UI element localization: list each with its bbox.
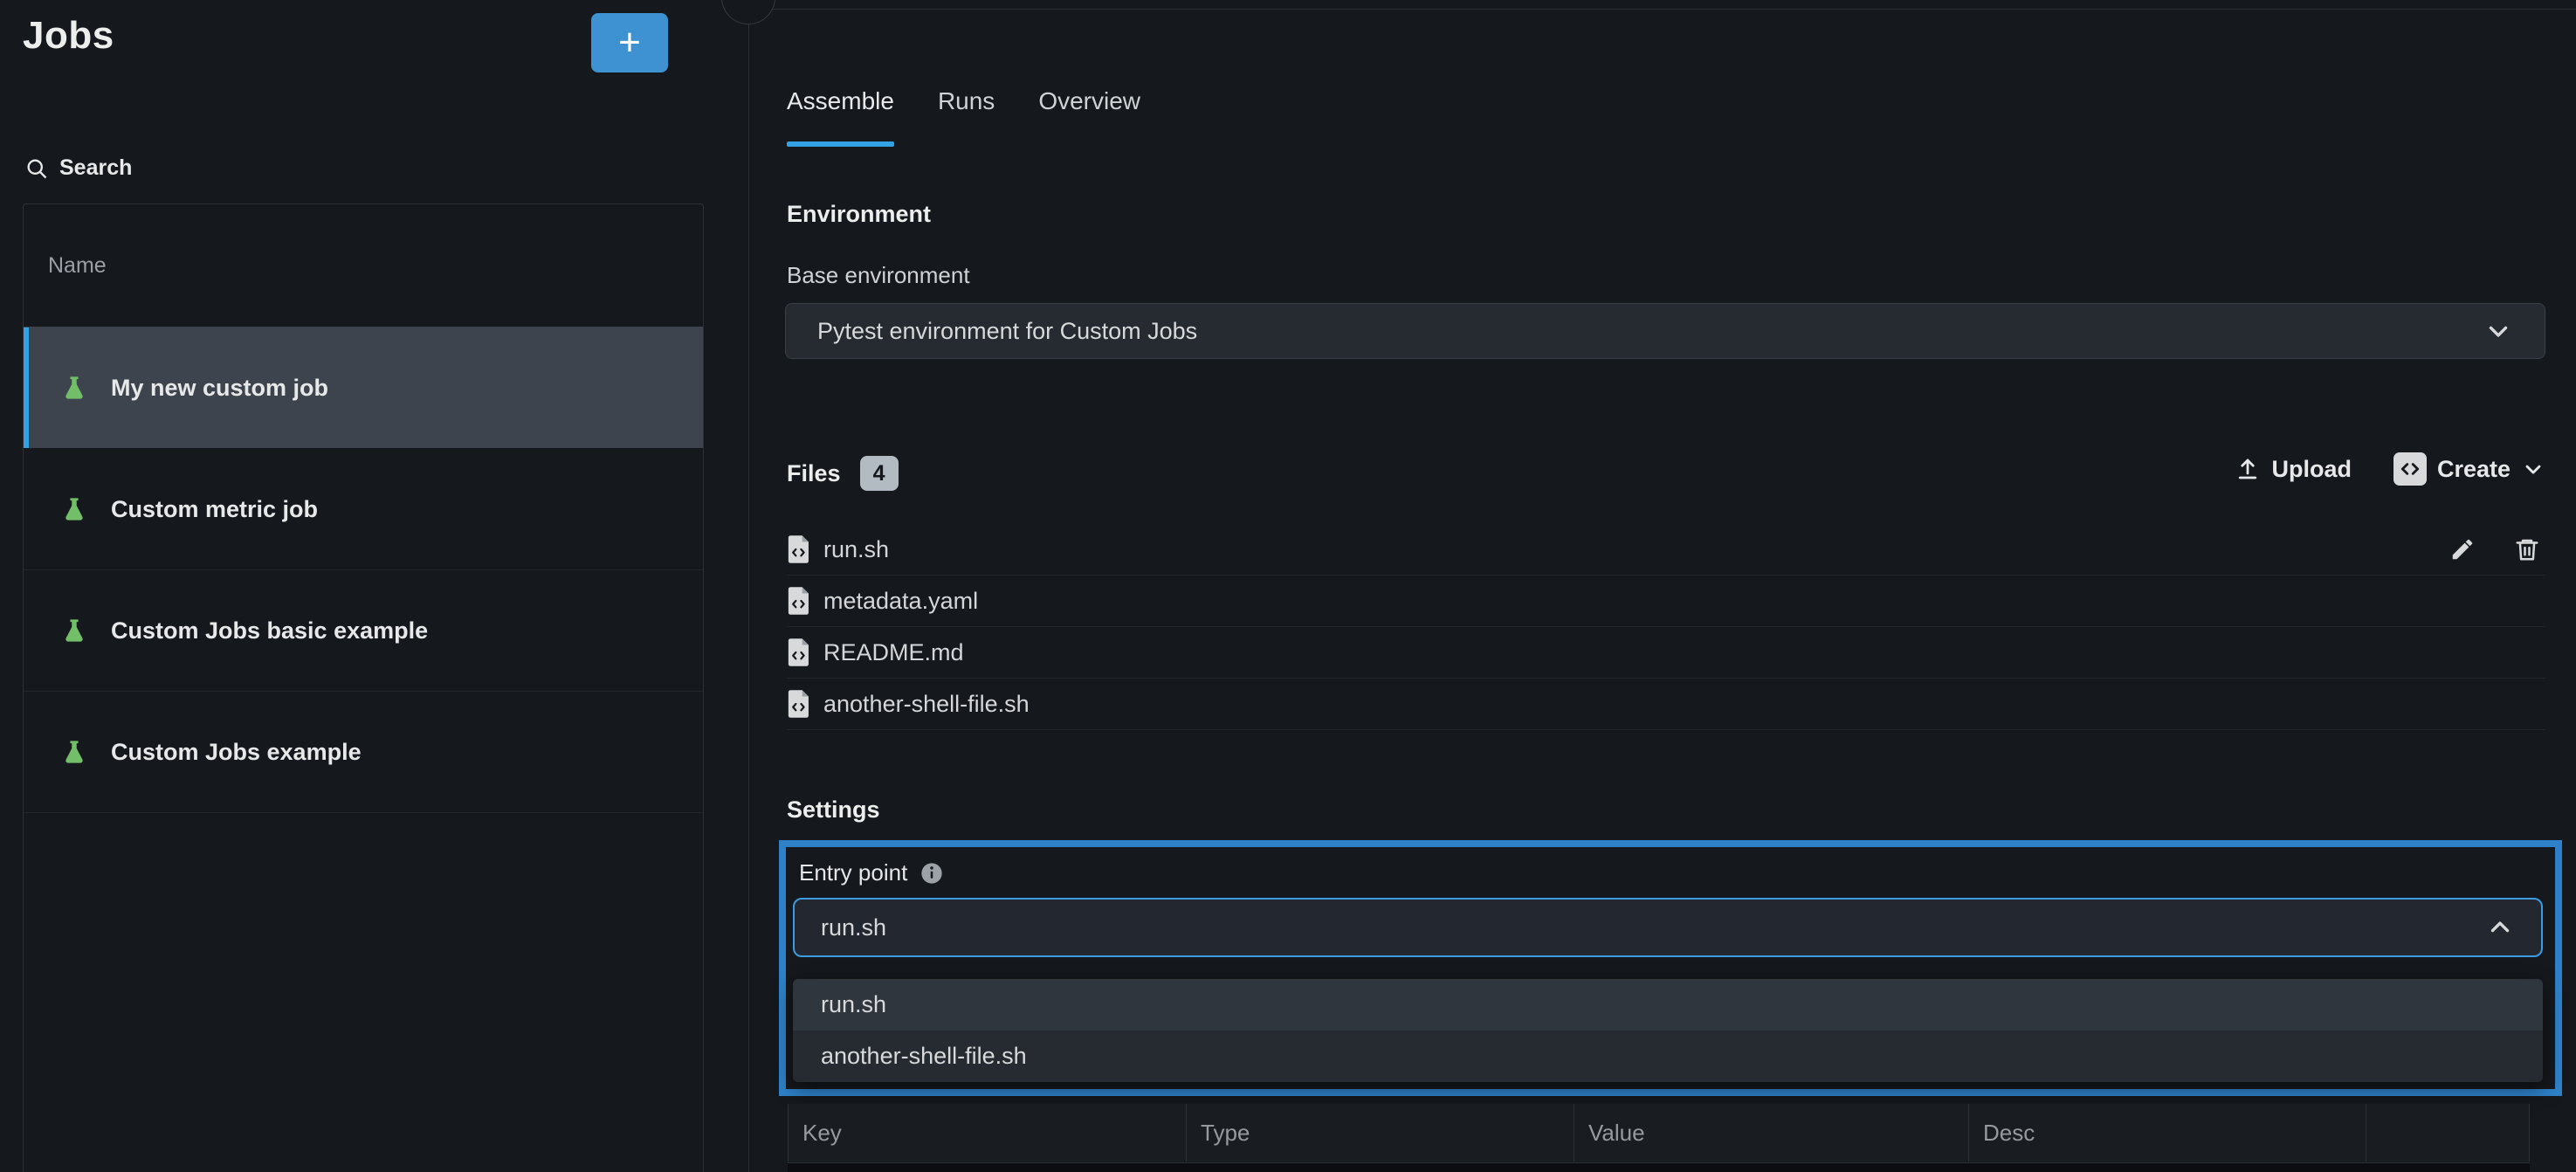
settings-heading: Settings	[787, 796, 880, 824]
active-tab-underline	[787, 141, 894, 147]
edit-file-button[interactable]	[2449, 536, 2476, 562]
file-code-icon	[787, 689, 811, 719]
base-environment-label: Base environment	[787, 262, 970, 289]
files-count-badge: 4	[860, 456, 899, 491]
detail-tabs: Assemble Runs Overview	[787, 87, 1140, 147]
params-table-header: Key Type Value Desc	[788, 1104, 2530, 1162]
content-top-border	[772, 9, 2576, 10]
environment-heading: Environment	[787, 201, 931, 228]
code-square-icon	[2393, 452, 2427, 486]
job-name: Custom Jobs basic example	[111, 617, 428, 645]
job-name: Custom metric job	[111, 496, 318, 523]
jobs-sidebar: Jobs + Search Name My new custom job	[0, 0, 725, 1172]
empty-list-area	[24, 812, 703, 1127]
job-name: My new custom job	[111, 375, 328, 402]
search-icon	[24, 156, 49, 181]
tab-assemble[interactable]: Assemble	[787, 87, 894, 147]
chevron-down-icon	[2483, 316, 2513, 346]
option-another-shell-file-sh[interactable]: another-shell-file.sh	[793, 1031, 2543, 1082]
create-file-button[interactable]: Create	[2393, 452, 2545, 486]
flask-icon	[60, 374, 88, 402]
column-header-empty	[2366, 1104, 2530, 1162]
plus-icon: +	[618, 24, 641, 62]
file-name: run.sh	[823, 536, 2437, 563]
job-row-custom-metric-job[interactable]: Custom metric job	[24, 448, 703, 569]
file-name: metadata.yaml	[823, 588, 2545, 615]
file-row-another-shell-file-sh[interactable]: another-shell-file.sh	[787, 679, 2545, 730]
entry-point-field-label: Entry point	[799, 859, 944, 886]
option-run-sh[interactable]: run.sh	[793, 979, 2543, 1031]
file-code-icon	[787, 638, 811, 667]
create-label: Create	[2437, 456, 2511, 483]
files-header: Files 4	[787, 456, 899, 491]
add-job-button[interactable]: +	[591, 13, 668, 72]
flask-icon	[60, 495, 88, 523]
delete-file-button[interactable]	[2514, 536, 2540, 562]
upload-label: Upload	[2271, 456, 2352, 483]
tab-label: Overview	[1038, 87, 1140, 114]
panel-divider	[748, 0, 749, 1172]
tab-runs[interactable]: Runs	[938, 87, 995, 147]
column-header-desc: Desc	[1968, 1104, 2366, 1162]
tab-label: Runs	[938, 87, 995, 114]
base-environment-select[interactable]: Pytest environment for Custom Jobs	[785, 303, 2545, 359]
chevron-down-icon	[2521, 457, 2545, 481]
file-row-run-sh[interactable]: run.sh	[787, 524, 2545, 576]
upload-icon	[2235, 456, 2261, 482]
tab-overview[interactable]: Overview	[1038, 87, 1140, 147]
file-row-readme-md[interactable]: README.md	[787, 627, 2545, 679]
list-column-header: Name	[24, 204, 703, 327]
params-table-body-row	[788, 1162, 2530, 1172]
job-row-my-new-custom-job[interactable]: My new custom job	[24, 327, 703, 448]
base-environment-value: Pytest environment for Custom Jobs	[817, 318, 2483, 345]
upload-button[interactable]: Upload	[2235, 456, 2352, 483]
jobs-list-panel: Name My new custom job Custom metric job	[23, 203, 704, 1172]
chevron-up-icon[interactable]	[2485, 913, 2515, 942]
job-row-custom-jobs-basic-example[interactable]: Custom Jobs basic example	[24, 569, 703, 691]
files-heading: Files	[787, 460, 841, 487]
files-actions: Upload Create	[2218, 452, 2545, 486]
file-name: another-shell-file.sh	[823, 691, 2545, 718]
file-code-icon	[787, 586, 811, 616]
entry-point-label: Entry point	[799, 859, 907, 886]
entry-point-combobox[interactable]: run.sh	[793, 898, 2543, 957]
file-row-metadata-yaml[interactable]: metadata.yaml	[787, 576, 2545, 627]
job-row-custom-jobs-example[interactable]: Custom Jobs example	[24, 691, 703, 812]
info-icon[interactable]	[920, 861, 944, 886]
pencil-icon	[2449, 536, 2476, 562]
entry-point-options-dropdown: run.sh another-shell-file.sh	[793, 979, 2543, 1082]
job-name: Custom Jobs example	[111, 739, 362, 766]
search-toggle[interactable]: Search	[24, 155, 132, 181]
trash-icon	[2514, 536, 2540, 562]
search-label: Search	[59, 155, 132, 181]
column-header-type: Type	[1186, 1104, 1574, 1162]
column-header-value: Value	[1574, 1104, 1968, 1162]
file-name: README.md	[823, 639, 2545, 666]
flask-icon	[60, 738, 88, 766]
file-code-icon	[787, 534, 811, 564]
column-header-key: Key	[788, 1104, 1186, 1162]
tab-label: Assemble	[787, 87, 894, 114]
page-title: Jobs	[23, 14, 114, 58]
entry-point-value: run.sh	[821, 914, 2485, 941]
flask-icon	[60, 617, 88, 645]
sidebar-collapse-handle[interactable]	[721, 0, 775, 24]
